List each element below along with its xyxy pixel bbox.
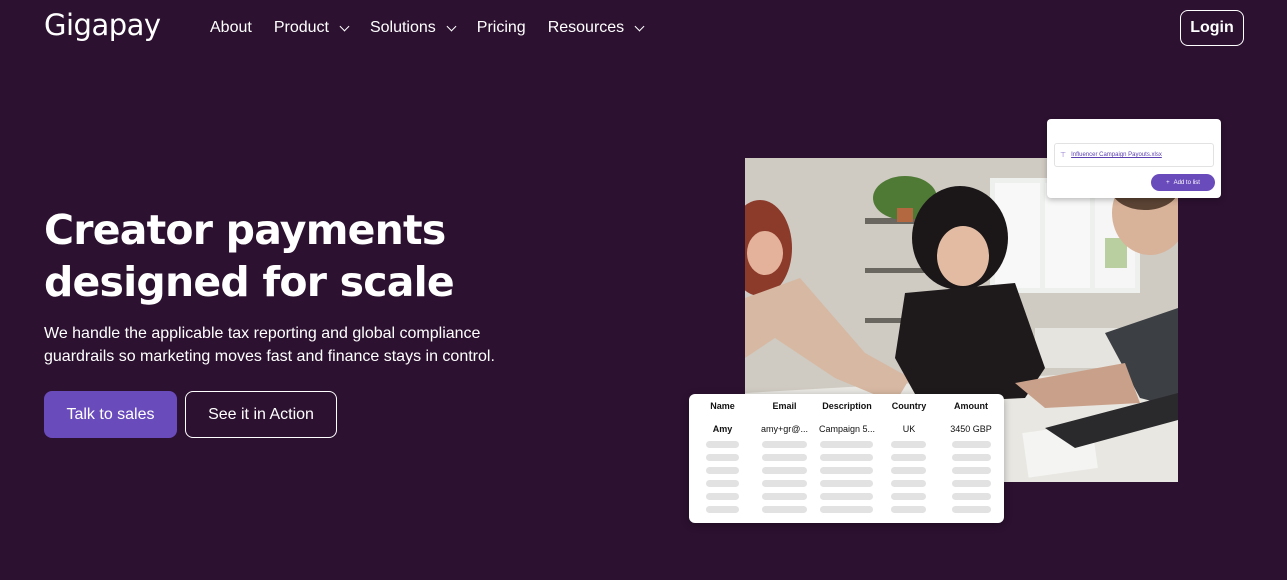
nav-item-label: Resources <box>547 19 625 36</box>
payout-table-card: Name Email Description Country Amount Am… <box>689 394 1004 523</box>
add-to-list-label: Add to list <box>1173 179 1200 186</box>
nav-item-solutions[interactable]: Solutions <box>369 17 457 39</box>
placeholder-bar <box>952 506 991 513</box>
talk-to-sales-button[interactable]: Talk to sales <box>44 391 177 438</box>
nav-item-product[interactable]: Product <box>273 17 350 39</box>
placeholder-bar <box>820 467 873 474</box>
column-header-name: Name <box>710 401 735 411</box>
placeholder-bar <box>891 493 926 500</box>
placeholder-bar <box>952 480 991 487</box>
placeholder-bar <box>706 454 739 461</box>
hero-sub-line: guardrails so marketing moves fast and f… <box>44 348 495 365</box>
placeholder-bar <box>820 480 873 487</box>
cell-amount: 3450 GBP <box>950 424 992 434</box>
placeholder-bar <box>820 506 873 513</box>
placeholder-bar <box>820 441 873 448</box>
cell-country: UK <box>902 424 916 434</box>
placeholder-bar <box>762 441 807 448</box>
cell-description: Campaign 5... <box>818 424 876 434</box>
uploaded-file-field[interactable]: ⊤ Influencer Campaign Payouts.xlsx <box>1054 143 1214 167</box>
placeholder-bar <box>952 441 991 448</box>
chevron-down-icon <box>634 21 645 31</box>
add-to-list-button[interactable]: + Add to list <box>1151 174 1215 191</box>
nav-item-about[interactable]: About <box>210 17 252 39</box>
hero-headline-line: designed for scale <box>44 258 455 306</box>
column-header-amount: Amount <box>954 401 988 411</box>
cell-email: amy+gr@... <box>761 424 808 434</box>
placeholder-bar <box>952 454 991 461</box>
upload-file-card: ⊤ Influencer Campaign Payouts.xlsx + Add… <box>1047 119 1221 198</box>
nav-item-pricing[interactable]: Pricing <box>477 17 526 39</box>
see-it-in-action-button[interactable]: See it in Action <box>185 391 337 438</box>
nav-item-resources[interactable]: Resources <box>547 17 645 39</box>
placeholder-bar <box>762 493 807 500</box>
hero-headline-line: Creator payments <box>44 206 446 254</box>
placeholder-bar <box>820 493 873 500</box>
nav-item-label: Pricing <box>476 19 526 36</box>
nav-item-label: About <box>210 19 252 36</box>
placeholder-bar <box>952 467 991 474</box>
file-icon: ⊤ <box>1060 152 1067 159</box>
placeholder-bar <box>706 480 739 487</box>
placeholder-bar <box>891 467 926 474</box>
placeholder-bar <box>891 454 926 461</box>
placeholder-bar <box>952 493 991 500</box>
hero-sub-line: We handle the applicable tax reporting a… <box>44 325 481 342</box>
placeholder-bar <box>706 493 739 500</box>
hero-subheadline: We handle the applicable tax reporting a… <box>44 322 514 368</box>
file-name-link[interactable]: Influencer Campaign Payouts.xlsx <box>1071 152 1162 158</box>
table-header: Name Email Description Country Amount <box>689 401 1004 415</box>
placeholder-bar <box>706 441 739 448</box>
cell-name: Amy <box>712 424 733 434</box>
placeholder-bar <box>762 480 807 487</box>
chevron-down-icon <box>446 21 457 31</box>
gigapay-logo[interactable]: Gigapay <box>44 8 161 42</box>
column-header-email: Email <box>772 401 797 411</box>
placeholder-bar <box>891 506 926 513</box>
placeholder-bar <box>820 454 873 461</box>
main-nav: About Product Solutions Pricing Resource… <box>210 17 665 39</box>
chevron-down-icon <box>339 21 350 31</box>
hero-headline: Creator payments designed for scale <box>44 204 504 308</box>
placeholder-bar <box>762 454 807 461</box>
placeholder-bar <box>706 506 739 513</box>
nav-item-label: Solutions <box>369 19 436 36</box>
placeholder-bar <box>706 467 739 474</box>
placeholder-bar <box>762 467 807 474</box>
login-button[interactable]: Login <box>1180 10 1244 46</box>
placeholder-bar <box>891 441 926 448</box>
nav-item-label: Product <box>273 19 329 36</box>
column-header-description: Description <box>822 401 872 411</box>
placeholder-bar <box>891 480 926 487</box>
placeholder-bar <box>762 506 807 513</box>
plus-icon: + <box>1166 179 1170 186</box>
column-header-country: Country <box>891 401 927 411</box>
